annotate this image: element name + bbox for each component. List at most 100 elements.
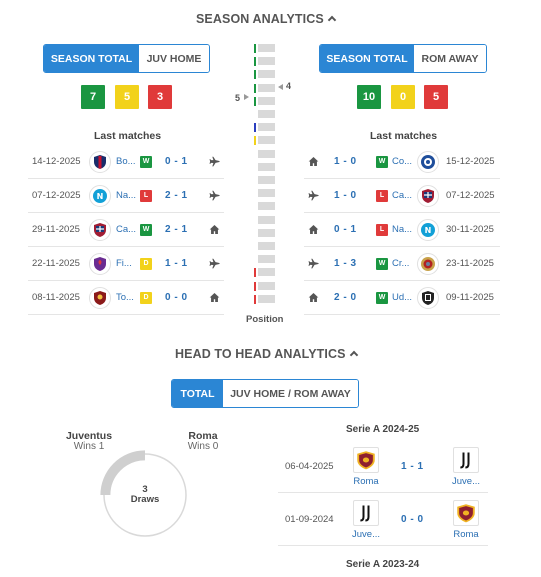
result-badge: L (140, 189, 152, 202)
plane-icon (209, 156, 220, 167)
position-zone-marker (254, 123, 256, 133)
position-slot (258, 44, 275, 52)
position-slot (258, 228, 275, 237)
tab-rom-away[interactable]: ROM AWAY (414, 45, 486, 72)
right-tab-group: SEASON TOTAL ROM AWAY (319, 44, 487, 73)
juventus-logo (453, 447, 479, 473)
result-badge: W (376, 257, 388, 270)
position-slot (258, 96, 275, 105)
tab-season-total-left[interactable]: SEASON TOTAL (44, 45, 139, 72)
tab-juv-home-rom-away[interactable]: JUV HOME / ROM AWAY (223, 380, 358, 407)
h2h-match-row[interactable]: 06-04-2025 Roma 1 - 1 Juve... (278, 441, 488, 493)
h2h-tab-group: TOTAL JUV HOME / ROM AWAY (171, 379, 359, 408)
opponent-name[interactable]: Na... (116, 190, 136, 201)
chevron-up-icon (349, 350, 358, 360)
tab-season-total-right[interactable]: SEASON TOTAL (320, 45, 414, 72)
h2h-match-row[interactable]: 01-09-2024 Juve... 0 - 0 Roma (278, 494, 488, 546)
match-score[interactable]: 0 - 0 (401, 514, 424, 525)
match-score[interactable]: 2 - 1 (165, 190, 188, 201)
position-label: Position (246, 314, 284, 325)
opponent-name[interactable]: Cr... (392, 258, 412, 269)
match-row[interactable]: 22-11-2025 Fi... D 1 - 1 (28, 247, 224, 281)
position-zone-marker (254, 96, 256, 106)
opponent-name[interactable]: Fi... (116, 258, 136, 269)
position-slot (258, 136, 275, 145)
result-badge: W (376, 155, 388, 168)
match-row[interactable]: 07-12-2025 N Na... L 2 - 1 (28, 179, 224, 213)
match-row[interactable]: 1 - 0 L Ca... 07-12-2025 (304, 179, 500, 213)
position-zone-marker (254, 57, 256, 67)
cremonese-logo (417, 252, 439, 275)
away-team-name[interactable]: Juve... (448, 476, 484, 487)
match-row[interactable]: 14-12-2025 Bo... W 0 - 1 (28, 145, 224, 179)
juventus-logo (353, 500, 379, 526)
position-slot (258, 110, 275, 118)
position-zone-marker (254, 281, 256, 291)
position-zone-marker (254, 70, 256, 80)
left-position-arrow-icon (244, 94, 249, 100)
opponent-name[interactable]: Ca... (116, 224, 136, 235)
match-row[interactable]: 29-11-2025 Ca... W 2 - 1 (28, 213, 224, 247)
napoli-logo: N (89, 184, 111, 207)
opponent-name[interactable]: To... (116, 292, 136, 303)
match-date: 07-12-2025 (32, 190, 81, 201)
opponent-name[interactable]: Ud... (392, 292, 412, 303)
away-team-name[interactable]: Roma (448, 529, 484, 540)
tab-h2h-total[interactable]: TOTAL (172, 380, 223, 407)
match-score[interactable]: 1 - 3 (334, 258, 357, 269)
match-score[interactable]: 0 - 1 (334, 224, 357, 235)
match-score[interactable]: 1 - 0 (334, 156, 357, 167)
match-score[interactable]: 1 - 0 (334, 190, 357, 201)
match-row[interactable]: 1 - 3 W Cr... 23-11-2025 (304, 247, 500, 281)
position-slot (258, 123, 275, 132)
match-row[interactable]: 08-11-2025 To... D 0 - 0 (28, 281, 224, 315)
home-icon (308, 224, 319, 235)
match-date: 06-04-2025 (285, 461, 334, 472)
season-analytics-title[interactable]: SEASON ANALYTICS (196, 12, 337, 26)
position-slot (258, 189, 275, 198)
result-badge: D (140, 257, 152, 270)
match-row[interactable]: 2 - 0 W Ud... 09-11-2025 (304, 281, 500, 315)
position-zone-marker (254, 294, 256, 304)
match-score[interactable]: 1 - 1 (401, 461, 424, 472)
position-slot (258, 242, 275, 250)
match-date: 08-11-2025 (32, 292, 80, 303)
match-score[interactable]: 2 - 0 (334, 292, 357, 303)
match-date: 09-11-2025 (446, 292, 494, 303)
result-badge: L (376, 189, 388, 202)
home-icon (308, 156, 319, 167)
home-icon (209, 224, 220, 235)
position-slot (258, 294, 275, 303)
opponent-name[interactable]: Bo... (116, 156, 136, 167)
result-badge: W (140, 223, 152, 236)
opponent-name[interactable]: Ca... (392, 190, 412, 201)
match-date: 30-11-2025 (446, 224, 494, 235)
left-position-value: 5 (235, 93, 241, 103)
opponent-name[interactable]: Na... (392, 224, 412, 235)
left-last-matches-title: Last matches (94, 130, 162, 142)
position-slot (258, 255, 275, 264)
home-team-name[interactable]: Juve... (348, 529, 384, 540)
cagliari-logo (417, 184, 439, 207)
roma-logo (453, 500, 479, 526)
position-zone-marker (254, 136, 256, 146)
match-row[interactable]: 0 - 1 L Na... N 30-11-2025 (304, 213, 500, 247)
home-team-name[interactable]: Roma (348, 476, 384, 487)
match-score[interactable]: 0 - 0 (165, 292, 188, 303)
position-slot (258, 162, 275, 171)
como-logo (417, 150, 439, 173)
h2h-analytics-title[interactable]: HEAD TO HEAD ANALYTICS (175, 347, 358, 361)
svg-text:N: N (425, 226, 432, 235)
napoli-logo: N (417, 218, 439, 241)
competition-title: Serie A 2023-24 (346, 559, 420, 570)
match-row[interactable]: 1 - 0 W Co... 15-12-2025 (304, 145, 500, 179)
match-date: 23-11-2025 (446, 258, 494, 269)
match-score[interactable]: 1 - 1 (165, 258, 188, 269)
match-score[interactable]: 0 - 1 (165, 156, 188, 167)
position-slot (258, 70, 275, 79)
opponent-name[interactable]: Co... (392, 156, 412, 167)
match-score[interactable]: 2 - 1 (165, 224, 188, 235)
right-position-arrow-icon (278, 84, 283, 90)
tab-juv-home[interactable]: JUV HOME (139, 45, 209, 72)
position-slot (258, 149, 275, 158)
